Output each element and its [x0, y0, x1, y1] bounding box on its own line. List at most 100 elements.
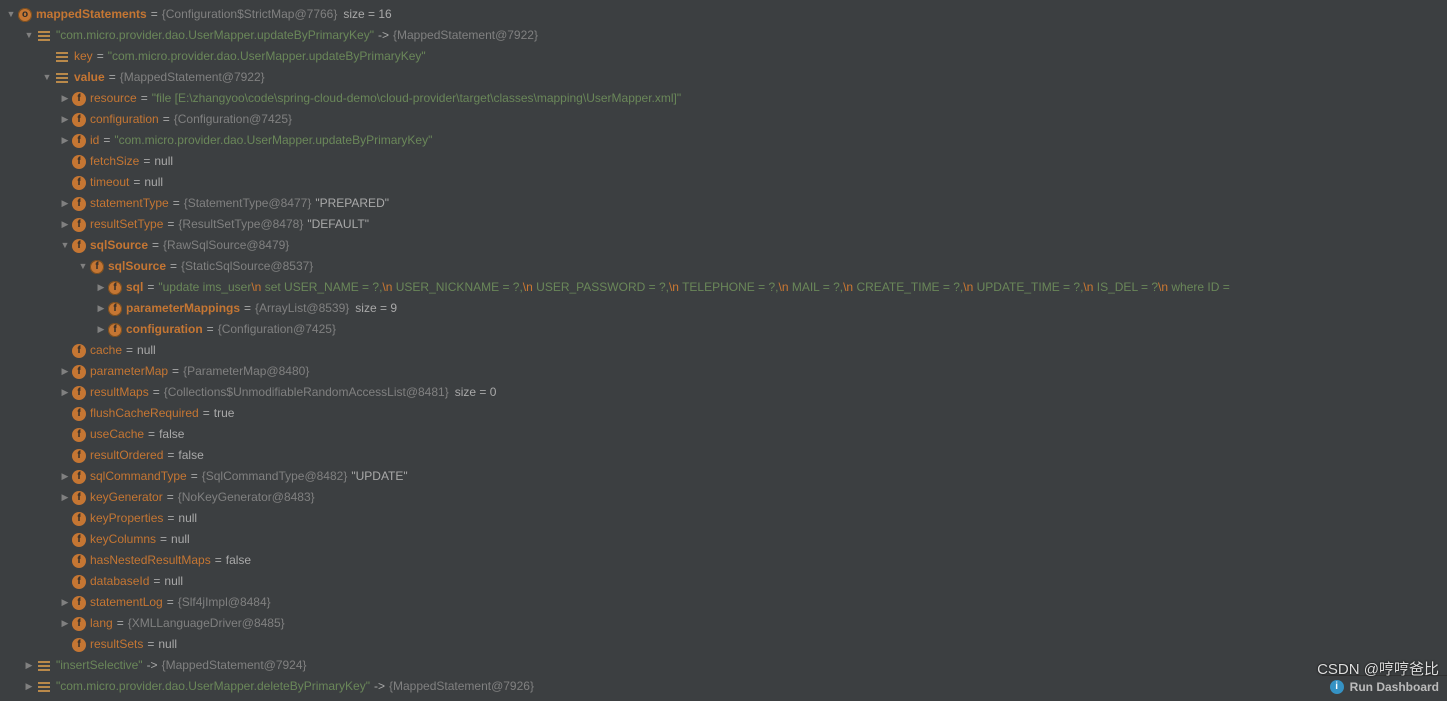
field-name: resultSetType	[90, 214, 163, 235]
tree-row-value[interactable]: ▼ value = {MappedStatement@7922}	[0, 67, 1447, 88]
expand-arrow-icon[interactable]: ▶	[96, 304, 106, 314]
map-entry-icon	[36, 28, 52, 44]
field-name: sqlSource	[108, 256, 166, 277]
expand-arrow-icon[interactable]: ▶	[60, 115, 70, 125]
expand-arrow-icon[interactable]: ▼	[24, 31, 34, 41]
map-value-ref: {MappedStatement@7922}	[393, 25, 538, 46]
field-value: "com.micro.provider.dao.UserMapper.updat…	[114, 130, 432, 151]
field-value-ref: {ArrayList@8539}	[255, 298, 349, 319]
field-value: "file [E:\zhangyoo\code\spring-cloud-dem…	[152, 88, 681, 109]
tree-row-keyGenerator[interactable]: ▶fkeyGenerator={NoKeyGenerator@8483}	[0, 487, 1447, 508]
expand-arrow-icon[interactable]: ▶	[60, 220, 70, 230]
field-icon: f	[72, 386, 86, 400]
debugger-variables-tree[interactable]: ▼ o mappedStatements = {Configuration$St…	[0, 0, 1447, 701]
sql-string: "update ims_user\n set USER_NAME = ?,\n …	[158, 277, 1229, 298]
field-name: key	[74, 46, 93, 67]
map-entry-icon	[36, 679, 52, 695]
field-icon: f	[72, 428, 86, 442]
expand-arrow-icon[interactable]: ▶	[96, 283, 106, 293]
field-icon: f	[72, 239, 86, 253]
tree-row-entry[interactable]: ▼ "com.micro.provider.dao.UserMapper.upd…	[0, 25, 1447, 46]
tree-row-resultSetType[interactable]: ▶fresultSetType={ResultSetType@8478}"DEF…	[0, 214, 1447, 235]
field-value-ref: {StatementType@8477}	[184, 193, 312, 214]
field-name: keyProperties	[90, 508, 163, 529]
field-value: false	[159, 424, 184, 445]
tree-row-configuration[interactable]: ▶fconfiguration={Configuration@7425}	[0, 109, 1447, 130]
tree-row-resultOrdered[interactable]: ▶fresultOrdered=false	[0, 445, 1447, 466]
arrow-symbol: ->	[378, 25, 389, 46]
tree-row-sqlSource-inner[interactable]: ▼fsqlSource={StaticSqlSource@8537}	[0, 256, 1447, 277]
expand-arrow-icon[interactable]: ▶	[60, 94, 70, 104]
field-icon: f	[72, 512, 86, 526]
field-value-ref: {NoKeyGenerator@8483}	[178, 487, 315, 508]
field-value: null	[154, 151, 173, 172]
field-value-ref: {Slf4jImpl@8484}	[178, 592, 271, 613]
run-dashboard-label[interactable]: Run Dashboard	[1350, 680, 1439, 694]
tree-row-entry[interactable]: ▶ "insertSelective" -> {MappedStatement@…	[0, 655, 1447, 676]
tree-row-flushCacheRequired[interactable]: ▶fflushCacheRequired=true	[0, 403, 1447, 424]
tree-row-keyProperties[interactable]: ▶fkeyProperties=null	[0, 508, 1447, 529]
expand-arrow-icon[interactable]: ▼	[6, 10, 16, 20]
expand-arrow-icon[interactable]: ▶	[24, 661, 34, 671]
tree-row-sqlCommandType[interactable]: ▶fsqlCommandType={SqlCommandType@8482}"U…	[0, 466, 1447, 487]
expand-arrow-icon[interactable]: ▼	[78, 262, 88, 272]
tree-row-keyColumns[interactable]: ▶fkeyColumns=null	[0, 529, 1447, 550]
field-value-ref: {SqlCommandType@8482}	[202, 466, 348, 487]
expand-arrow-icon[interactable]: ▶	[60, 493, 70, 503]
tree-row-entry[interactable]: ▶ "com.micro.provider.dao.UserMapper.del…	[0, 676, 1447, 697]
field-name: lang	[90, 613, 113, 634]
tree-row-key[interactable]: ▶ key = "com.micro.provider.dao.UserMapp…	[0, 46, 1447, 67]
expand-arrow-icon[interactable]: ▶	[60, 619, 70, 629]
field-name: resultSets	[90, 634, 143, 655]
tree-row-timeout[interactable]: ▶ftimeout=null	[0, 172, 1447, 193]
field-icon: f	[72, 638, 86, 652]
tree-row-parameterMappings[interactable]: ▶fparameterMappings={ArrayList@8539}size…	[0, 298, 1447, 319]
tree-row-mappedStatements[interactable]: ▼ o mappedStatements = {Configuration$St…	[0, 4, 1447, 25]
tree-row-cache[interactable]: ▶fcache=null	[0, 340, 1447, 361]
field-name: statementType	[90, 193, 169, 214]
field-value: null	[158, 634, 177, 655]
tree-row-lang[interactable]: ▶flang={XMLLanguageDriver@8485}	[0, 613, 1447, 634]
arrow-symbol: ->	[147, 655, 158, 676]
tree-row-resultSets[interactable]: ▶fresultSets=null	[0, 634, 1447, 655]
field-value: false	[178, 445, 203, 466]
tree-row-resultMaps[interactable]: ▶fresultMaps={Collections$UnmodifiableRa…	[0, 382, 1447, 403]
expand-arrow-icon[interactable]: ▼	[42, 73, 52, 83]
field-name: statementLog	[90, 592, 163, 613]
tree-row-configuration-inner[interactable]: ▶fconfiguration={Configuration@7425}	[0, 319, 1447, 340]
field-value-ref: {ResultSetType@8478}	[178, 214, 303, 235]
tree-row-databaseId[interactable]: ▶fdatabaseId=null	[0, 571, 1447, 592]
expand-arrow-icon[interactable]: ▶	[96, 325, 106, 335]
map-key: "insertSelective"	[56, 655, 143, 676]
status-bar: i Run Dashboard	[1322, 675, 1447, 697]
tree-row-resource[interactable]: ▶fresource="file [E:\zhangyoo\code\sprin…	[0, 88, 1447, 109]
field-value: null	[164, 571, 183, 592]
map-value-ref: {MappedStatement@7926}	[389, 676, 534, 697]
expand-arrow-icon[interactable]: ▶	[60, 388, 70, 398]
tree-row-hasNestedResultMaps[interactable]: ▶fhasNestedResultMaps=false	[0, 550, 1447, 571]
tree-row-id[interactable]: ▶fid="com.micro.provider.dao.UserMapper.…	[0, 130, 1447, 151]
expand-arrow-icon[interactable]: ▼	[60, 241, 70, 251]
field-name: resultOrdered	[90, 445, 163, 466]
field-name: keyGenerator	[90, 487, 163, 508]
tree-row-sql[interactable]: ▶fsql="update ims_user\n set USER_NAME =…	[0, 277, 1447, 298]
expand-arrow-icon[interactable]: ▶	[60, 136, 70, 146]
field-value: null	[178, 508, 197, 529]
tree-row-parameterMap[interactable]: ▶fparameterMap={ParameterMap@8480}	[0, 361, 1447, 382]
tree-row-statementLog[interactable]: ▶fstatementLog={Slf4jImpl@8484}	[0, 592, 1447, 613]
expand-arrow-icon[interactable]: ▶	[60, 199, 70, 209]
field-icon: f	[72, 134, 86, 148]
expand-arrow-icon[interactable]: ▶	[60, 472, 70, 482]
field-name: parameterMappings	[126, 298, 240, 319]
tree-row-statementType[interactable]: ▶fstatementType={StatementType@8477}"PRE…	[0, 193, 1447, 214]
tree-row-useCache[interactable]: ▶fuseCache=false	[0, 424, 1447, 445]
tree-row-sqlSource[interactable]: ▼fsqlSource={RawSqlSource@8479}	[0, 235, 1447, 256]
expand-arrow-icon[interactable]: ▶	[60, 598, 70, 608]
tree-row-fetchSize[interactable]: ▶ffetchSize=null	[0, 151, 1447, 172]
field-size: size = 16	[343, 4, 391, 25]
field-name: configuration	[126, 319, 203, 340]
arrow-symbol: ->	[374, 676, 385, 697]
field-name: cache	[90, 340, 122, 361]
expand-arrow-icon[interactable]: ▶	[24, 682, 34, 692]
expand-arrow-icon[interactable]: ▶	[60, 367, 70, 377]
